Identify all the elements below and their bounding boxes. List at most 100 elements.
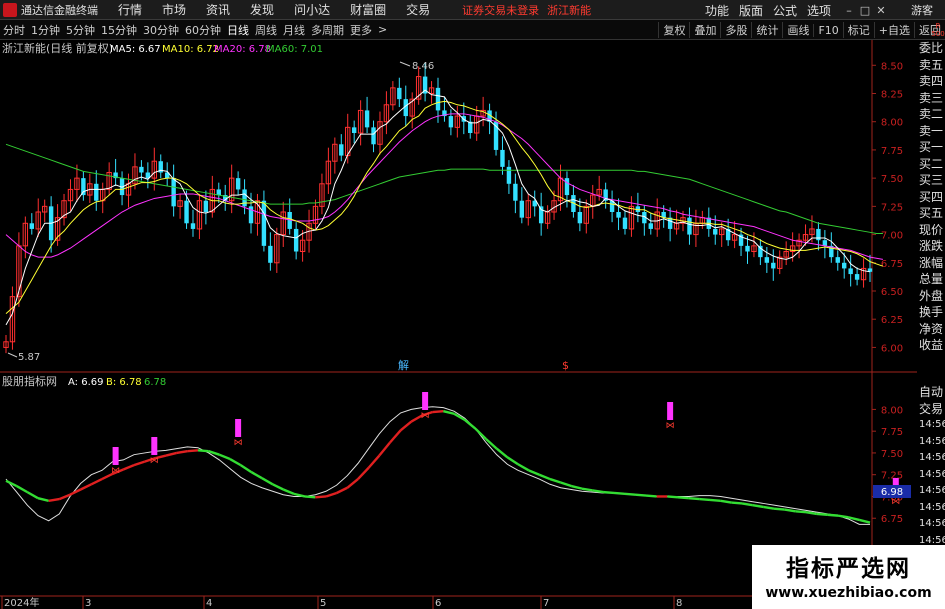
butterfly-icon: ⋈ <box>111 466 120 476</box>
sub-line-b-segment <box>795 510 807 514</box>
candle-body <box>203 200 209 212</box>
side-label[interactable]: 买一 <box>917 139 945 156</box>
menu-function[interactable]: 功能 <box>705 2 729 19</box>
period-multi[interactable]: 多周期 <box>308 22 347 38</box>
chevron-right-icon[interactable]: > <box>375 23 390 36</box>
side-label[interactable]: 外盘 <box>917 288 945 305</box>
trade-sidebar: 自动 交易 14:56 14:56 14:56 14:56 14:56 14:5… <box>917 384 945 549</box>
sub-line-b-segment <box>688 497 700 501</box>
period-60min[interactable]: 60分钟 <box>182 22 224 38</box>
draw-button[interactable]: 画线 <box>782 22 813 38</box>
menu-discover[interactable]: 发现 <box>250 1 274 18</box>
sub-line-b-segment <box>603 490 615 495</box>
menu-formula[interactable]: 公式 <box>773 2 797 19</box>
candle-body <box>364 110 370 128</box>
period-daily[interactable]: 日线 <box>224 22 252 38</box>
sub-line-b-segment <box>389 429 402 444</box>
period-monthly[interactable]: 月线 <box>280 22 308 38</box>
sub-line-b-segment <box>731 501 743 505</box>
sell-badge: R 500 <box>931 22 945 38</box>
menu-market[interactable]: 市场 <box>162 1 186 18</box>
side-label[interactable]: 买四 <box>917 189 945 206</box>
guest-label[interactable]: 游客 <box>911 2 933 18</box>
butterfly-icon: ⋈ <box>150 456 159 466</box>
period-1min[interactable]: 1分钟 <box>28 22 63 38</box>
close-icon[interactable]: ✕ <box>873 4 889 17</box>
side-label[interactable]: 换手 <box>917 304 945 321</box>
sub-line-b-segment <box>538 473 551 481</box>
period-weekly[interactable]: 周线 <box>252 22 280 38</box>
watermark-url: www.xuezhibiao.com <box>765 585 932 601</box>
sub-line-b-segment <box>176 450 188 455</box>
mark-button[interactable]: 标记 <box>842 22 874 38</box>
side-label[interactable]: 买三 <box>917 172 945 189</box>
login-status[interactable]: 证券交易未登录 <box>462 2 539 18</box>
add-watchlist-button[interactable]: +自选 <box>873 22 914 38</box>
sub-line-b-segment <box>37 497 49 502</box>
side-label[interactable]: 卖五 <box>917 57 945 74</box>
menu-layout[interactable]: 版面 <box>739 2 763 19</box>
side-label[interactable]: 卖二 <box>917 106 945 123</box>
minimize-icon[interactable]: – <box>841 4 857 17</box>
maximize-icon[interactable]: □ <box>857 4 873 17</box>
candle-body <box>268 245 273 263</box>
candle-body <box>190 223 196 229</box>
menu-community[interactable]: 财富圈 <box>350 1 386 18</box>
side-label[interactable]: 涨跌 <box>917 238 945 255</box>
period-tick[interactable]: 分时 <box>0 22 28 38</box>
stock-chart[interactable]: 浙江新能(日线 前复权)MA5: 6.67 MA10: 6.72MA20: 6.7… <box>0 40 917 609</box>
sub-line-b-segment <box>16 484 28 494</box>
period-toolbar: 分时 1分钟 5分钟 15分钟 30分钟 60分钟 日线 周线 月线 多周期 更… <box>0 20 945 40</box>
period-more[interactable]: 更多 <box>347 22 375 38</box>
trade-time: 14:56 <box>919 452 945 463</box>
side-label[interactable]: 总量 <box>917 271 945 288</box>
auto-label[interactable]: 自动 <box>917 384 945 401</box>
quote-sidebar: 委比 卖五 卖四 卖三 卖二 卖一 买一 买二 买三 买四 买五 现价 涨跌 涨… <box>917 40 945 354</box>
sub-line-b-segment <box>336 486 348 495</box>
trade-label[interactable]: 交易 <box>917 401 945 418</box>
multi-stock-button[interactable]: 多股 <box>720 22 751 38</box>
period-30min[interactable]: 30分钟 <box>140 22 182 38</box>
menu-trade[interactable]: 交易 <box>406 1 430 18</box>
candle-body <box>448 116 454 128</box>
menu-news[interactable]: 资讯 <box>206 1 230 18</box>
candle-body <box>622 217 628 229</box>
menu-options[interactable]: 选项 <box>807 2 831 19</box>
period-5min[interactable]: 5分钟 <box>63 22 98 38</box>
app-name: 通达信金融终端 <box>21 3 98 17</box>
f10-button[interactable]: F10 <box>813 23 842 37</box>
candle-body <box>500 149 505 167</box>
candle-body <box>171 178 176 207</box>
sub-line-b-segment <box>229 457 242 467</box>
side-label[interactable]: 收益 <box>917 337 945 354</box>
side-label[interactable]: 委比 <box>917 40 945 57</box>
side-label[interactable]: 现价 <box>917 222 945 239</box>
side-label[interactable]: 卖一 <box>917 123 945 140</box>
candle-body <box>29 223 34 229</box>
stats-button[interactable]: 统计 <box>751 22 782 38</box>
sub-line-b-segment <box>635 493 647 497</box>
period-15min[interactable]: 15分钟 <box>98 22 140 38</box>
sub-legend-2: 6.78 <box>144 377 166 388</box>
sub-line-b-segment <box>346 478 359 489</box>
sub-line-b-segment <box>528 469 540 476</box>
candle-body <box>242 189 247 207</box>
sub-line-b-segment <box>90 477 103 486</box>
y-tick-label: 8.50 <box>881 61 903 72</box>
candle-body <box>216 189 221 196</box>
overlay-button[interactable]: 叠加 <box>689 22 720 38</box>
menu-quotes[interactable]: 行情 <box>118 1 142 18</box>
adjust-button[interactable]: 复权 <box>658 22 689 38</box>
sub-line-b-segment <box>624 492 636 496</box>
side-label[interactable]: 卖四 <box>917 73 945 90</box>
side-label[interactable]: 买五 <box>917 205 945 222</box>
signal-bar <box>235 419 242 437</box>
side-label[interactable]: 涨幅 <box>917 255 945 272</box>
menu-ask[interactable]: 问小达 <box>294 1 330 18</box>
side-label[interactable]: 卖三 <box>917 90 945 107</box>
side-label[interactable]: 买二 <box>917 156 945 173</box>
side-label[interactable]: 净资 <box>917 321 945 338</box>
trade-time: 14:56 <box>919 419 945 430</box>
candle-body <box>519 200 525 218</box>
trade-time: 14:56 <box>919 435 945 447</box>
